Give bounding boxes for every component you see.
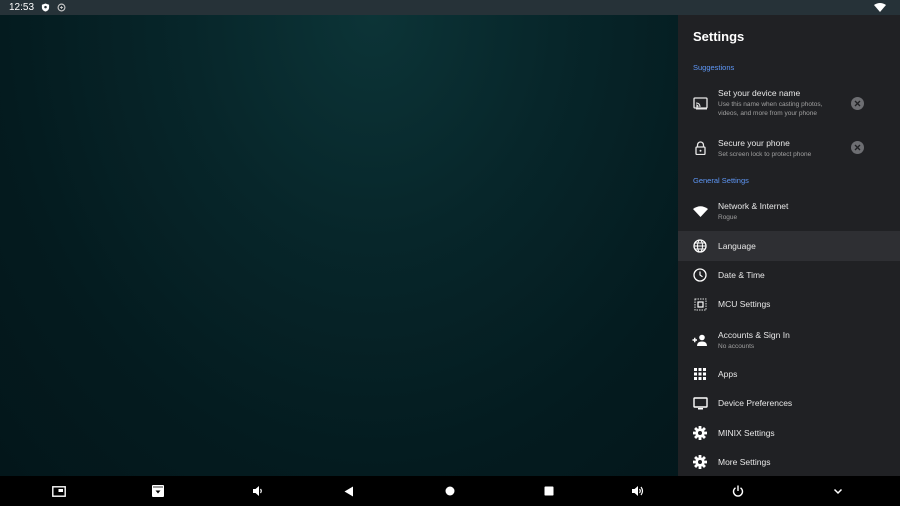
close-icon (854, 100, 861, 107)
item-title: Language (718, 241, 756, 251)
settings-item-accounts[interactable]: Accounts & Sign In No accounts (678, 325, 900, 355)
suggestion-subtitle: Use this name when casting photos, video… (718, 100, 822, 118)
add-person-icon (692, 332, 708, 348)
volume-up-icon (632, 486, 644, 496)
volume-up-button[interactable] (630, 483, 646, 499)
recents-icon (544, 486, 554, 496)
item-title: Device Preferences (718, 398, 793, 408)
section-header-general: General Settings (693, 176, 749, 185)
settings-item-minix[interactable]: MINIX Settings (678, 419, 900, 447)
settings-item-more[interactable]: More Settings (678, 448, 900, 476)
screenshot-button[interactable] (150, 483, 166, 499)
settings-item-device-preferences[interactable]: Device Preferences (678, 389, 900, 417)
lock-icon (692, 140, 708, 156)
gear-icon (692, 425, 708, 441)
page-title: Settings (693, 29, 745, 44)
item-subtitle: No accounts (718, 342, 755, 350)
apps-grid-icon (692, 366, 708, 382)
gear-icon (692, 454, 708, 470)
item-title: Apps (718, 369, 738, 379)
dismiss-suggestion-button[interactable] (851, 141, 864, 154)
suggestion-device-name[interactable]: Set your device name Use this name when … (678, 83, 900, 123)
settings-item-apps[interactable]: Apps (678, 360, 900, 388)
power-icon (732, 485, 744, 497)
navigation-bar (0, 476, 900, 506)
volume-down-button[interactable] (250, 483, 266, 499)
status-bar: 12:53 (0, 0, 900, 15)
dismiss-suggestion-button[interactable] (851, 97, 864, 110)
home-icon (445, 486, 455, 496)
clock-icon (692, 267, 708, 283)
expand-button[interactable] (830, 483, 846, 499)
screenshot-icon (152, 485, 164, 497)
suggestion-title: Secure your phone (718, 137, 790, 148)
item-title: Date & Time (718, 270, 765, 280)
picture-in-picture-button[interactable] (51, 483, 67, 499)
wifi-icon (874, 3, 886, 12)
settings-item-network[interactable]: Network & Internet Rogue (678, 196, 900, 226)
item-title: Accounts & Sign In (718, 329, 790, 340)
monitor-icon (692, 395, 708, 411)
item-subtitle: Rogue (718, 213, 738, 221)
settings-item-language[interactable]: Language (678, 231, 900, 261)
item-title: MINIX Settings (718, 428, 775, 438)
suggestion-title: Set your device name (718, 88, 801, 98)
suggestion-secure-phone[interactable]: Secure your phone Set screen lock to pro… (678, 132, 900, 164)
close-icon (854, 144, 861, 151)
chip-icon (692, 296, 708, 312)
suggestion-subtitle: Set screen lock to protect phone (718, 150, 812, 158)
subtitle-line: videos, and more from your phone (718, 110, 817, 117)
power-button[interactable] (730, 483, 746, 499)
shield-icon (41, 3, 50, 12)
wifi-icon (692, 203, 708, 219)
settings-item-date-time[interactable]: Date & Time (678, 261, 900, 289)
item-title: MCU Settings (718, 299, 771, 309)
subtitle-line: Use this name when casting photos, (718, 101, 823, 108)
settings-panel: Settings Suggestions Set your device nam… (678, 15, 900, 476)
recents-button[interactable] (541, 483, 557, 499)
home-button[interactable] (442, 483, 458, 499)
status-time: 12:53 (9, 2, 35, 13)
volume-down-icon (253, 486, 262, 496)
chevron-down-icon (833, 488, 843, 494)
globe-icon (692, 238, 708, 254)
back-button[interactable] (341, 483, 357, 499)
back-icon (344, 486, 353, 496)
item-title: Network & Internet (718, 200, 789, 211)
cast-icon (692, 95, 708, 111)
home-wallpaper (0, 15, 678, 476)
picture-in-picture-icon (52, 485, 66, 497)
settings-item-mcu[interactable]: MCU Settings (678, 290, 900, 318)
data-saver-icon (57, 3, 66, 12)
section-header-suggestions: Suggestions (693, 63, 735, 72)
item-title: More Settings (718, 457, 771, 467)
